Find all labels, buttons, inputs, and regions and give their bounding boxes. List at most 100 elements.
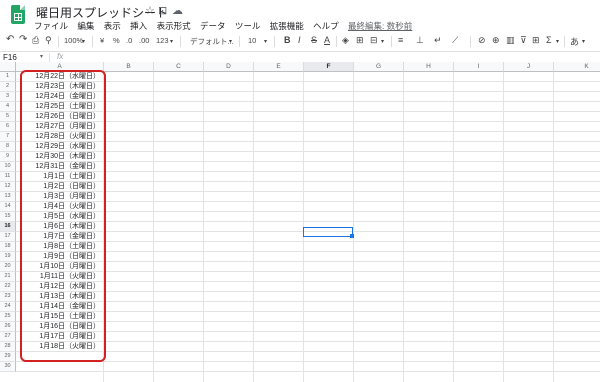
last-edit-link[interactable]: 最終編集: 数秒前 — [348, 20, 412, 32]
row-header-29[interactable]: 29 — [0, 352, 16, 362]
bold-button[interactable]: B — [284, 35, 291, 45]
row-header-4[interactable]: 4 — [0, 102, 16, 112]
row-header-19[interactable]: 19 — [0, 252, 16, 262]
row-header-7[interactable]: 7 — [0, 132, 16, 142]
row-header-9[interactable]: 9 — [0, 152, 16, 162]
currency-format-button[interactable]: ¥ — [100, 36, 104, 45]
borders-icon[interactable]: ⊞ — [356, 35, 364, 46]
more-formats-button[interactable]: 123 — [156, 36, 169, 45]
menu-tools[interactable]: ツール — [235, 20, 261, 32]
insert-chart-icon[interactable]: ▥ — [506, 35, 515, 46]
move-to-folder-icon[interactable]: ⊡ — [158, 4, 167, 17]
font-family-select[interactable]: デフォルト... — [190, 36, 234, 47]
row-header-2[interactable]: 2 — [0, 82, 16, 92]
row-header-18[interactable]: 18 — [0, 242, 16, 252]
undo-icon[interactable]: ↶ — [6, 34, 14, 45]
row-header-21[interactable]: 21 — [0, 272, 16, 282]
filter-icon[interactable]: ⊽ — [520, 35, 527, 46]
row-header-14[interactable]: 14 — [0, 202, 16, 212]
row-header-26[interactable]: 26 — [0, 322, 16, 332]
functions-icon[interactable]: Σ — [546, 35, 552, 45]
row-header-16[interactable]: 16 — [0, 222, 16, 232]
menu-view[interactable]: 表示 — [104, 20, 121, 32]
row-header-20[interactable]: 20 — [0, 262, 16, 272]
grid-column-line — [203, 72, 204, 382]
column-header-h[interactable]: H — [404, 62, 454, 72]
google-sheets-logo-icon[interactable] — [11, 5, 25, 24]
row-header-11[interactable]: 11 — [0, 172, 16, 182]
row-header-24[interactable]: 24 — [0, 302, 16, 312]
active-cell-f16[interactable] — [303, 227, 353, 237]
horizontal-align-icon[interactable]: ≡ — [398, 35, 403, 45]
column-header-k[interactable]: K — [554, 62, 600, 72]
column-header-b[interactable]: B — [104, 62, 154, 72]
more-formats-chevron-down-icon[interactable]: ▾ — [170, 38, 173, 45]
decrease-decimal-button[interactable]: .0 — [126, 36, 132, 45]
redo-icon[interactable]: ↷ — [19, 34, 27, 45]
insert-link-icon[interactable]: ⊘ — [478, 35, 486, 46]
zoom-chevron-down-icon[interactable]: ▾ — [82, 38, 85, 45]
row-header-15[interactable]: 15 — [0, 212, 16, 222]
grid-column-line — [503, 72, 504, 382]
column-header-d[interactable]: D — [204, 62, 254, 72]
name-box[interactable]: F16 — [3, 53, 17, 62]
grid-column-line — [553, 72, 554, 382]
percent-format-button[interactable]: % — [113, 36, 120, 45]
fill-color-icon[interactable]: ◈ — [342, 35, 349, 46]
column-header-c[interactable]: C — [154, 62, 204, 72]
cloud-status-icon[interactable]: ☁ — [172, 4, 183, 17]
row-header-5[interactable]: 5 — [0, 112, 16, 122]
text-wrap-icon[interactable]: ↵ — [434, 35, 442, 46]
menu-help[interactable]: ヘルプ — [313, 20, 339, 32]
row-header-30[interactable]: 30 — [0, 362, 16, 372]
menu-format[interactable]: 表示形式 — [157, 20, 191, 32]
row-header-10[interactable]: 10 — [0, 162, 16, 172]
row-header-28[interactable]: 28 — [0, 342, 16, 352]
row-header-12[interactable]: 12 — [0, 182, 16, 192]
row-header-23[interactable]: 23 — [0, 292, 16, 302]
column-header-f[interactable]: F — [304, 62, 354, 72]
text-rotation-icon[interactable]: ⟋ — [452, 35, 458, 46]
vertical-align-icon[interactable]: ⊥ — [416, 35, 424, 46]
column-header-g[interactable]: G — [354, 62, 404, 72]
print-icon[interactable]: ⎙ — [32, 35, 39, 46]
strikethrough-button[interactable]: S — [311, 35, 317, 45]
font-size-select[interactable]: 10 — [248, 36, 256, 45]
toolbar: ↶ ↷ ⎙ ⚲ 100% ▾ ¥ % .0 .00 123 ▾ デフォルト...… — [0, 34, 600, 49]
menu-data[interactable]: データ — [200, 20, 226, 32]
fill-handle[interactable] — [350, 234, 354, 238]
menu-edit[interactable]: 編集 — [77, 20, 94, 32]
merge-cells-icon[interactable]: ⊟ — [370, 35, 378, 46]
paint-format-icon[interactable]: ⚲ — [45, 35, 52, 46]
menu-insert[interactable]: 挿入 — [130, 20, 147, 32]
merge-chevron-down-icon[interactable]: ▾ — [381, 38, 384, 45]
insert-comment-icon[interactable]: ⊕ — [492, 35, 500, 46]
row-header-3[interactable]: 3 — [0, 92, 16, 102]
italic-button[interactable]: I — [298, 35, 301, 45]
menu-file[interactable]: ファイル — [34, 20, 68, 32]
row-header-27[interactable]: 27 — [0, 332, 16, 342]
row-header-25[interactable]: 25 — [0, 312, 16, 322]
font-size-chevron-down-icon[interactable]: ▾ — [264, 38, 267, 45]
menu-extensions[interactable]: 拡張機能 — [270, 20, 304, 32]
font-chevron-down-icon[interactable]: ▾ — [229, 38, 232, 45]
zoom-select[interactable]: 100% — [64, 36, 83, 45]
row-header-22[interactable]: 22 — [0, 282, 16, 292]
select-all-corner[interactable] — [0, 62, 16, 72]
text-color-button[interactable]: A — [324, 35, 330, 45]
name-box-chevron-down-icon[interactable]: ▾ — [40, 53, 43, 60]
input-tools-chevron-down-icon[interactable]: ▾ — [582, 38, 585, 45]
increase-decimal-button[interactable]: .00 — [139, 36, 149, 45]
row-header-8[interactable]: 8 — [0, 142, 16, 152]
column-header-e[interactable]: E — [254, 62, 304, 72]
column-header-i[interactable]: I — [454, 62, 504, 72]
input-tools-icon[interactable]: あ — [570, 35, 579, 48]
row-header-1[interactable]: 1 — [0, 72, 16, 82]
row-header-17[interactable]: 17 — [0, 232, 16, 242]
column-header-j[interactable]: J — [504, 62, 554, 72]
filter-views-icon[interactable]: ⊞ — [532, 35, 540, 46]
star-icon[interactable]: ☆ — [145, 4, 155, 17]
functions-chevron-down-icon[interactable]: ▾ — [556, 38, 559, 45]
row-header-13[interactable]: 13 — [0, 192, 16, 202]
row-header-6[interactable]: 6 — [0, 122, 16, 132]
